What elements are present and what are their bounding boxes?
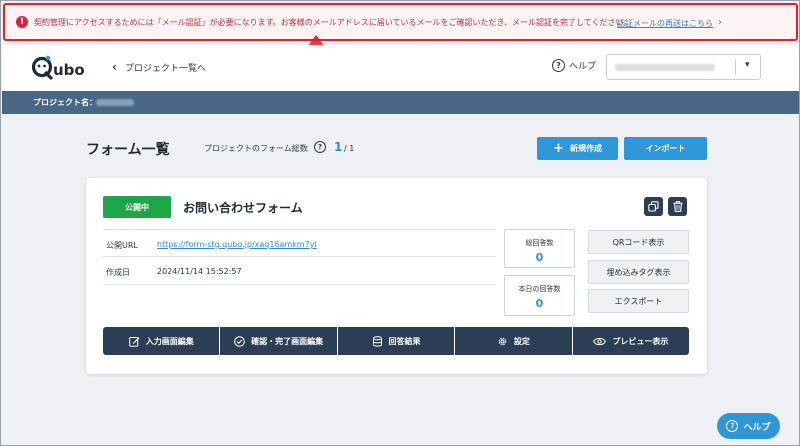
gear-icon bbox=[498, 337, 507, 345]
edit-confirm-screen-button[interactable]: 確認・完了画面編集 bbox=[220, 327, 337, 355]
project-name-label: プロジェクト名： bbox=[33, 98, 97, 107]
created-at-row: 作成日 2024/11/14 15:52:57 bbox=[103, 257, 496, 285]
back-to-projects-link[interactable]: ‹ プロジェクト一覧へ bbox=[112, 60, 206, 74]
help-link[interactable]: ? ヘルプ bbox=[552, 59, 596, 72]
settings-button[interactable]: 設定 bbox=[455, 327, 572, 355]
total-responses-label: 総回答数 bbox=[525, 239, 554, 247]
form-total-limit: / 1 bbox=[344, 144, 355, 153]
settings-label: 設定 bbox=[513, 336, 530, 346]
eye-icon bbox=[593, 337, 607, 345]
qr-code-button[interactable]: QRコード表示 bbox=[588, 230, 689, 254]
form-action-bar: 入力画面編集 確認・完了画面編集 回答結果 設定 プレビュー表示 bbox=[103, 327, 690, 355]
results-button[interactable]: 回答結果 bbox=[337, 327, 455, 355]
edit-input-label: 入力画面編集 bbox=[145, 336, 194, 346]
user-email-redacted bbox=[615, 64, 715, 71]
total-responses-value: 0 bbox=[535, 251, 544, 264]
public-url-row: 公開URL https://form-stg.qubo.jp/xaq16amkm… bbox=[103, 229, 496, 257]
plus-icon: + bbox=[553, 141, 564, 156]
today-responses-label: 本日の回答数 bbox=[518, 285, 561, 293]
app-header: ubo ‹ プロジェクト一覧へ ? ヘルプ ▾ bbox=[2, 45, 799, 91]
help-icon: ? bbox=[726, 420, 739, 432]
copy-icon bbox=[648, 201, 659, 212]
public-url-label: 公開URL bbox=[106, 241, 138, 250]
today-responses-box: 本日の回答数 0 bbox=[504, 275, 575, 316]
total-responses-box: 総回答数 0 bbox=[504, 229, 575, 268]
resend-email-link[interactable]: 認証メールの再送はこちら bbox=[617, 18, 713, 29]
public-url-link[interactable]: https://form-stg.qubo.jp/xaq16amkm7yl bbox=[157, 240, 317, 249]
form-title: お問い合わせフォーム bbox=[183, 201, 303, 215]
status-badge: 公開中 bbox=[103, 196, 171, 218]
floating-help-button[interactable]: ? ヘルプ bbox=[717, 413, 780, 439]
app-window: ! 契約管理にアクセスするためには「メール認証」が必要になります。お客様のメール… bbox=[0, 0, 800, 446]
help-icon: ? bbox=[552, 59, 565, 72]
results-label: 回答結果 bbox=[388, 336, 421, 346]
project-name-redacted bbox=[96, 99, 134, 106]
created-at-label: 作成日 bbox=[106, 268, 130, 277]
edit-input-screen-button[interactable]: 入力画面編集 bbox=[103, 327, 220, 355]
project-bar: プロジェクト名： bbox=[2, 91, 799, 114]
today-responses-value: 0 bbox=[535, 297, 544, 310]
preview-label: プレビュー表示 bbox=[612, 336, 669, 346]
form-card: 公開中 お問い合わせフォーム 公開URL https://form-stg.qu… bbox=[86, 178, 707, 374]
help-icon[interactable]: ? bbox=[314, 141, 326, 153]
chevron-left-icon: ‹ bbox=[112, 60, 117, 74]
chevron-right-icon[interactable]: › bbox=[718, 17, 722, 28]
new-form-label: 新規作成 bbox=[569, 144, 602, 153]
new-form-button[interactable]: + 新規作成 bbox=[537, 137, 618, 160]
form-total-label: プロジェクトのフォーム総数 bbox=[204, 144, 308, 153]
form-total-count: 1 bbox=[334, 140, 343, 154]
qubo-logo[interactable]: ubo bbox=[32, 55, 94, 81]
export-button[interactable]: エクスポート bbox=[588, 289, 689, 313]
floating-help-label: ヘルプ bbox=[743, 422, 771, 433]
select-divider bbox=[735, 59, 736, 75]
delete-form-button[interactable] bbox=[668, 197, 687, 216]
database-icon bbox=[372, 335, 382, 347]
alert-message: 契約管理にアクセスするためには「メール認証」が必要になります。お客様のメールアド… bbox=[34, 17, 632, 27]
trash-icon bbox=[673, 201, 682, 212]
help-label: ヘルプ bbox=[569, 62, 597, 72]
page-title: フォーム一覧 bbox=[86, 142, 170, 158]
user-account-select[interactable]: ▾ bbox=[606, 54, 761, 80]
edit-icon bbox=[128, 336, 140, 347]
svg-text:ubo: ubo bbox=[53, 61, 85, 79]
embed-tag-button[interactable]: 埋め込みタグ表示 bbox=[588, 260, 689, 284]
copy-form-button[interactable] bbox=[644, 197, 663, 216]
chevron-down-icon[interactable]: ▾ bbox=[745, 60, 750, 70]
preview-button[interactable]: プレビュー表示 bbox=[572, 327, 690, 355]
email-verification-alert: ! 契約管理にアクセスするためには「メール認証」が必要になります。お客様のメール… bbox=[3, 3, 798, 41]
check-circle-icon bbox=[234, 335, 245, 347]
created-at-value: 2024/11/14 15:52:57 bbox=[157, 267, 242, 276]
back-label: プロジェクト一覧へ bbox=[124, 63, 206, 74]
import-button[interactable]: インポート bbox=[624, 137, 707, 160]
alert-icon: ! bbox=[16, 16, 28, 28]
edit-confirm-label: 確認・完了画面編集 bbox=[251, 336, 324, 346]
